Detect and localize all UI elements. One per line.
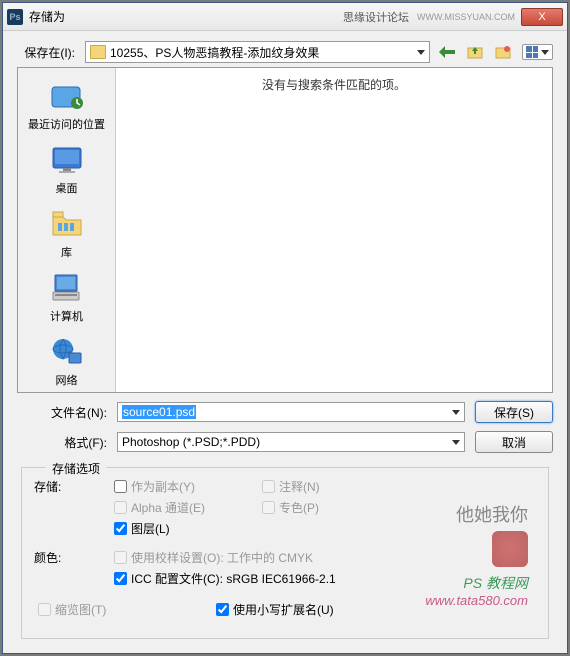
photoshop-icon: Ps (7, 9, 23, 25)
save-button[interactable]: 保存(S) (475, 401, 553, 423)
file-browser: 最近访问的位置 桌面 库 (17, 67, 553, 393)
close-button[interactable]: X (521, 8, 563, 26)
spot-checkbox: 专色(P) (262, 499, 392, 516)
sidebar-item-desktop[interactable]: 桌面 (24, 138, 110, 200)
filename-label: 文件名(N): (17, 404, 117, 421)
sidebar-item-label: 最近访问的位置 (28, 116, 105, 132)
sidebar-item-label: 计算机 (50, 308, 83, 324)
save-as-dialog: Ps 存储为 思缘设计论坛 WWW.MISSYUAN.COM X 保存在(I):… (2, 2, 568, 654)
forum-name: 思缘设计论坛 (343, 9, 409, 25)
up-folder-button[interactable] (466, 43, 484, 61)
format-row: 格式(F): Photoshop (*.PSD;*.PDD) 取消 (17, 431, 553, 453)
network-icon (47, 334, 87, 370)
save-in-label: 保存在(I): (17, 44, 85, 61)
chevron-down-icon (417, 50, 425, 55)
watermark-line1: PS 教程网 (425, 573, 528, 593)
sidebar-item-recent[interactable]: 最近访问的位置 (24, 74, 110, 136)
folder-icon (90, 45, 106, 59)
lowercase-checkbox[interactable]: 使用小写扩展名(U) (216, 601, 346, 618)
sidebar-item-libraries[interactable]: 库 (24, 202, 110, 264)
storage-label: 存储: (34, 478, 114, 541)
sidebar-item-label: 网络 (56, 372, 78, 388)
watermark-seal-icon (492, 531, 528, 567)
save-in-row: 保存在(I): 10255、PS人物恶搞教程-添加纹身效果 (17, 41, 553, 63)
grid-icon (526, 46, 538, 58)
back-button[interactable] (438, 43, 456, 61)
options-title: 存储选项 (46, 460, 106, 477)
computer-icon (47, 270, 87, 306)
view-mode-button[interactable] (522, 44, 553, 60)
new-folder-button[interactable] (494, 43, 512, 61)
chevron-down-icon (452, 410, 460, 415)
sidebar-item-label: 桌面 (56, 180, 78, 196)
folder-dropdown[interactable]: 10255、PS人物恶搞教程-添加纹身效果 (85, 41, 430, 63)
window-title: 存储为 (29, 8, 343, 25)
sidebar-item-computer[interactable]: 计算机 (24, 266, 110, 328)
file-list[interactable]: 没有与搜索条件匹配的项。 (116, 68, 552, 392)
as-copy-checkbox[interactable]: 作为副本(Y) (114, 478, 244, 495)
notes-checkbox: 注释(N) (262, 478, 392, 495)
format-value: Photoshop (*.PSD;*.PDD) (122, 435, 260, 449)
filename-row: 文件名(N): source01.psd 保存(S) (17, 401, 553, 423)
folder-name: 10255、PS人物恶搞教程-添加纹身效果 (110, 44, 319, 61)
watermark-chinese: 他她我你 (425, 505, 528, 525)
filename-input[interactable]: source01.psd (117, 402, 465, 422)
toolbar (438, 43, 553, 61)
libraries-icon (47, 206, 87, 242)
color-label: 颜色: (34, 549, 114, 591)
empty-message: 没有与搜索条件匹配的项。 (124, 76, 544, 93)
save-options-panel: 存储选项 存储: 作为副本(Y) 注释(N) Alpha 通道(E) 专色(P)… (21, 467, 549, 639)
watermark-line2: www.tata580.com (425, 593, 528, 608)
places-sidebar: 最近访问的位置 桌面 库 (18, 68, 116, 392)
format-dropdown[interactable]: Photoshop (*.PSD;*.PDD) (117, 432, 465, 452)
desktop-icon (47, 142, 87, 178)
thumbnail-checkbox: 缩览图(T) (38, 601, 198, 618)
layers-checkbox[interactable]: 图层(L) (114, 520, 244, 537)
format-label: 格式(F): (17, 434, 117, 451)
alpha-checkbox: Alpha 通道(E) (114, 499, 244, 516)
chevron-down-icon (541, 50, 549, 55)
sidebar-item-label: 库 (61, 244, 72, 260)
watermark: 他她我你 PS 教程网 www.tata580.com (425, 505, 528, 608)
titlebar: Ps 存储为 思缘设计论坛 WWW.MISSYUAN.COM X (3, 3, 567, 31)
recent-icon (47, 78, 87, 114)
url-badge: WWW.MISSYUAN.COM (417, 12, 515, 22)
dialog-content: 保存在(I): 10255、PS人物恶搞教程-添加纹身效果 (3, 31, 567, 653)
chevron-down-icon (452, 440, 460, 445)
filename-value: source01.psd (122, 405, 196, 419)
sidebar-item-network[interactable]: 网络 (24, 330, 110, 392)
cancel-button[interactable]: 取消 (475, 431, 553, 453)
